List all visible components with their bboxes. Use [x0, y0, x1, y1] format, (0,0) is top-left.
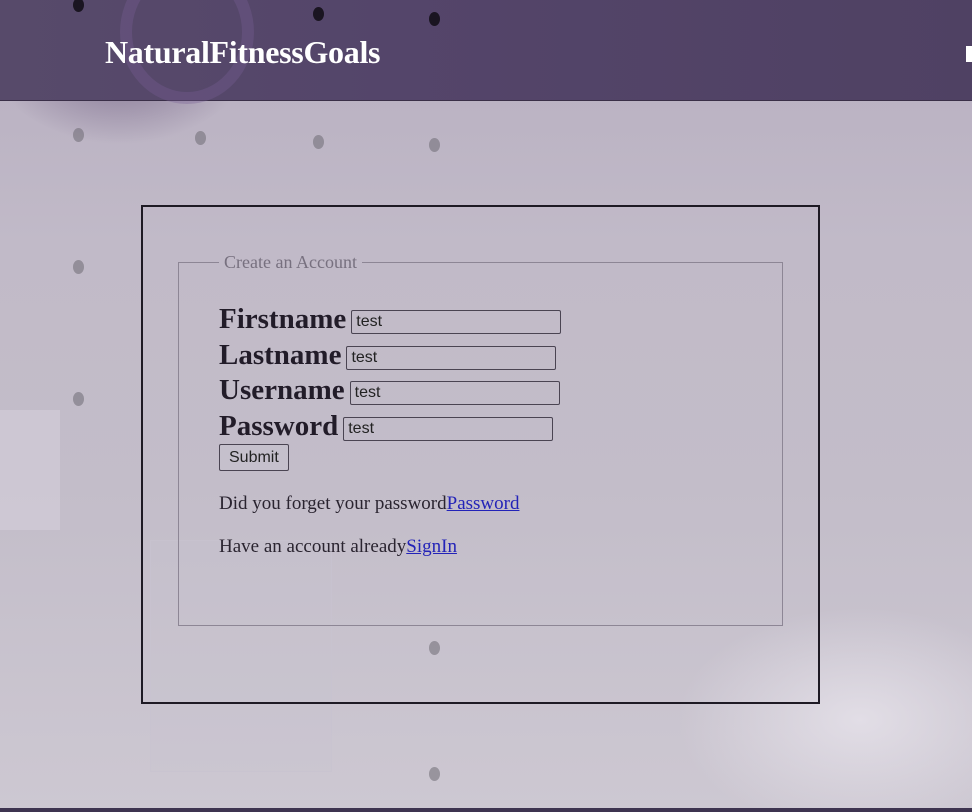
forgot-password-text: Did you forget your password: [219, 493, 447, 514]
nav-menu-edge[interactable]: [966, 46, 972, 62]
signup-container: Create an Account Firstname Lastname Use…: [141, 205, 820, 704]
submit-button[interactable]: Submit: [219, 444, 289, 471]
firstname-input[interactable]: [351, 310, 562, 334]
password-input[interactable]: [343, 416, 554, 441]
background-dot: [429, 767, 440, 781]
footer-bar: [0, 808, 972, 812]
site-header: NaturalFitnessGoals: [0, 0, 972, 104]
create-account-fieldset: Create an Account Firstname Lastname Use…: [178, 252, 783, 626]
background-dot: [429, 12, 440, 26]
lastname-row: Lastname: [219, 340, 561, 376]
signin-line: Have an account alreadySignIn: [219, 536, 457, 558]
site-logo-text[interactable]: NaturalFitnessGoals: [105, 36, 381, 68]
background-dot: [195, 131, 206, 145]
forgot-password-link[interactable]: Password: [447, 493, 520, 514]
password-label: Password: [219, 409, 339, 442]
username-row: Username: [219, 375, 561, 411]
password-row: Password: [219, 411, 561, 447]
signin-text: Have an account already: [219, 536, 407, 557]
lastname-input[interactable]: [346, 345, 557, 370]
lastname-label: Lastname: [219, 338, 342, 371]
background-dot: [73, 392, 84, 406]
background-dot: [73, 0, 84, 12]
background-dot: [429, 138, 440, 152]
signin-link[interactable]: SignIn: [406, 536, 457, 557]
forgot-password-line: Did you forget your passwordPassword: [219, 493, 519, 515]
background-dot: [313, 135, 324, 149]
signup-fields: Firstname Lastname Username Password: [219, 303, 562, 447]
username-input[interactable]: [349, 381, 560, 405]
background-decor: [0, 410, 60, 530]
firstname-row: Firstname: [219, 303, 562, 340]
background-dot: [73, 128, 84, 142]
firstname-label: Firstname: [219, 303, 347, 335]
background-dot: [73, 260, 84, 274]
create-account-legend: Create an Account: [224, 252, 357, 272]
background-dot: [313, 7, 324, 21]
username-label: Username: [219, 374, 345, 406]
